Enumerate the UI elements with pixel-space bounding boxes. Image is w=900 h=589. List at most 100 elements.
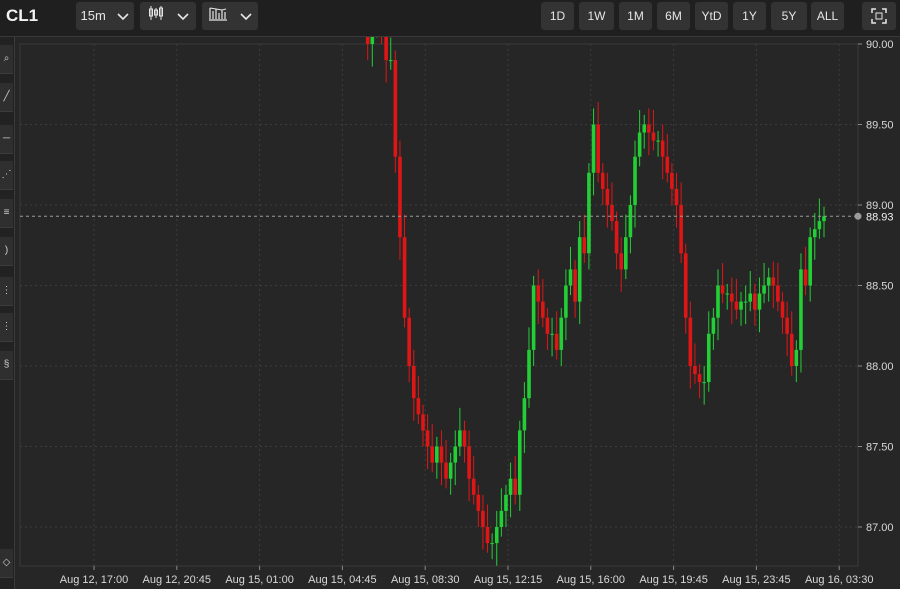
candle[interactable] — [711, 308, 716, 350]
candle[interactable] — [706, 311, 711, 392]
trend-tool-icon[interactable]: ⋰ — [0, 161, 13, 190]
candle[interactable] — [688, 301, 693, 389]
candle[interactable] — [550, 317, 554, 357]
candle[interactable] — [517, 420, 522, 511]
interval-dropdown[interactable]: 15m — [76, 2, 134, 30]
candle[interactable] — [596, 101, 600, 183]
chart-type-dropdown[interactable] — [140, 2, 196, 30]
candle[interactable] — [665, 134, 670, 183]
candle[interactable] — [471, 456, 476, 505]
candle[interactable] — [444, 440, 448, 489]
candle[interactable] — [462, 420, 467, 463]
candle[interactable] — [812, 213, 817, 260]
candle[interactable] — [748, 271, 753, 312]
horizontal-line-icon[interactable]: ─ — [0, 125, 13, 154]
candle[interactable] — [720, 262, 725, 304]
candle[interactable] — [545, 308, 550, 350]
candle[interactable] — [803, 246, 808, 296]
range-all-button[interactable]: ALL — [811, 2, 844, 30]
candle[interactable] — [702, 366, 706, 405]
candle[interactable] — [822, 206, 826, 238]
candle[interactable] — [808, 227, 812, 302]
candle[interactable] — [388, 37, 393, 70]
candle[interactable] — [490, 533, 494, 560]
candle[interactable] — [683, 243, 688, 334]
candle[interactable] — [785, 301, 789, 357]
line-tool-icon[interactable]: ╱ — [0, 83, 13, 112]
candle[interactable] — [536, 269, 541, 325]
candle[interactable] — [531, 275, 536, 366]
candle[interactable] — [398, 140, 402, 260]
candle[interactable] — [564, 269, 568, 341]
range-5y-button[interactable]: 5Y — [771, 2, 807, 30]
eraser-icon[interactable]: ◇ — [0, 549, 13, 578]
candle[interactable] — [476, 485, 481, 527]
candle[interactable] — [693, 343, 697, 384]
candle[interactable] — [656, 130, 660, 157]
candle[interactable] — [600, 163, 605, 205]
candle[interactable] — [554, 311, 559, 360]
candle[interactable] — [651, 110, 656, 151]
candle[interactable] — [716, 269, 720, 341]
candle[interactable] — [494, 510, 499, 566]
candle[interactable] — [789, 311, 794, 376]
candle[interactable] — [762, 262, 766, 304]
candlestick-series[interactable] — [20, 0, 826, 566]
candle[interactable] — [610, 182, 614, 231]
candle[interactable] — [633, 140, 637, 228]
candle[interactable] — [559, 308, 564, 366]
candle[interactable] — [619, 237, 623, 292]
candle[interactable] — [481, 494, 485, 550]
range-6m-button[interactable]: 6M — [657, 2, 690, 30]
range-1y-button[interactable]: 1Y — [733, 2, 766, 30]
candle[interactable] — [780, 291, 785, 334]
candle[interactable] — [573, 259, 577, 318]
arc-tool-icon[interactable]: ) — [0, 237, 13, 266]
candle[interactable] — [799, 253, 803, 373]
candle[interactable] — [504, 485, 508, 527]
candle[interactable] — [393, 50, 398, 173]
candle[interactable] — [771, 261, 776, 309]
candle[interactable] — [628, 195, 633, 254]
candle[interactable] — [522, 382, 527, 453]
candle[interactable] — [541, 279, 545, 328]
candle[interactable] — [435, 436, 439, 479]
candle[interactable] — [730, 277, 734, 325]
candle[interactable] — [513, 456, 517, 505]
candle[interactable] — [674, 172, 679, 228]
candle[interactable] — [430, 423, 435, 473]
candle[interactable] — [499, 488, 504, 537]
candle[interactable] — [402, 214, 407, 328]
range-1m-button[interactable]: 1M — [619, 2, 652, 30]
measure-tool-icon[interactable]: ⋮ — [0, 277, 13, 306]
candle[interactable] — [439, 430, 444, 486]
candle[interactable] — [605, 172, 610, 228]
candle[interactable] — [453, 430, 458, 486]
candle[interactable] — [568, 246, 573, 296]
candle[interactable] — [448, 452, 453, 495]
candle[interactable] — [647, 108, 651, 156]
candle[interactable] — [508, 462, 513, 518]
candle[interactable] — [467, 430, 471, 502]
candle[interactable] — [679, 182, 683, 263]
fib-tool-icon[interactable]: ≡ — [0, 199, 13, 228]
candle[interactable] — [660, 124, 665, 180]
candle[interactable] — [527, 327, 531, 408]
candle[interactable] — [421, 404, 425, 447]
candle[interactable] — [425, 414, 430, 470]
candle[interactable] — [407, 308, 411, 383]
price-chart[interactable]: 87.0087.5088.0088.5089.0089.5090.0090.50… — [0, 0, 900, 589]
range-1w-button[interactable]: 1W — [579, 2, 614, 30]
candle[interactable] — [485, 504, 490, 553]
candle[interactable] — [697, 364, 702, 399]
candle[interactable] — [582, 214, 587, 263]
candle[interactable] — [743, 285, 748, 325]
fullscreen-button[interactable] — [862, 2, 896, 30]
pattern-tool-icon[interactable]: ⋮ — [0, 313, 13, 342]
candle[interactable] — [642, 114, 647, 149]
candle[interactable] — [776, 262, 780, 312]
candle[interactable] — [411, 349, 416, 421]
candle[interactable] — [739, 291, 743, 326]
candle[interactable] — [794, 340, 799, 383]
range-1d-button[interactable]: 1D — [541, 2, 574, 30]
